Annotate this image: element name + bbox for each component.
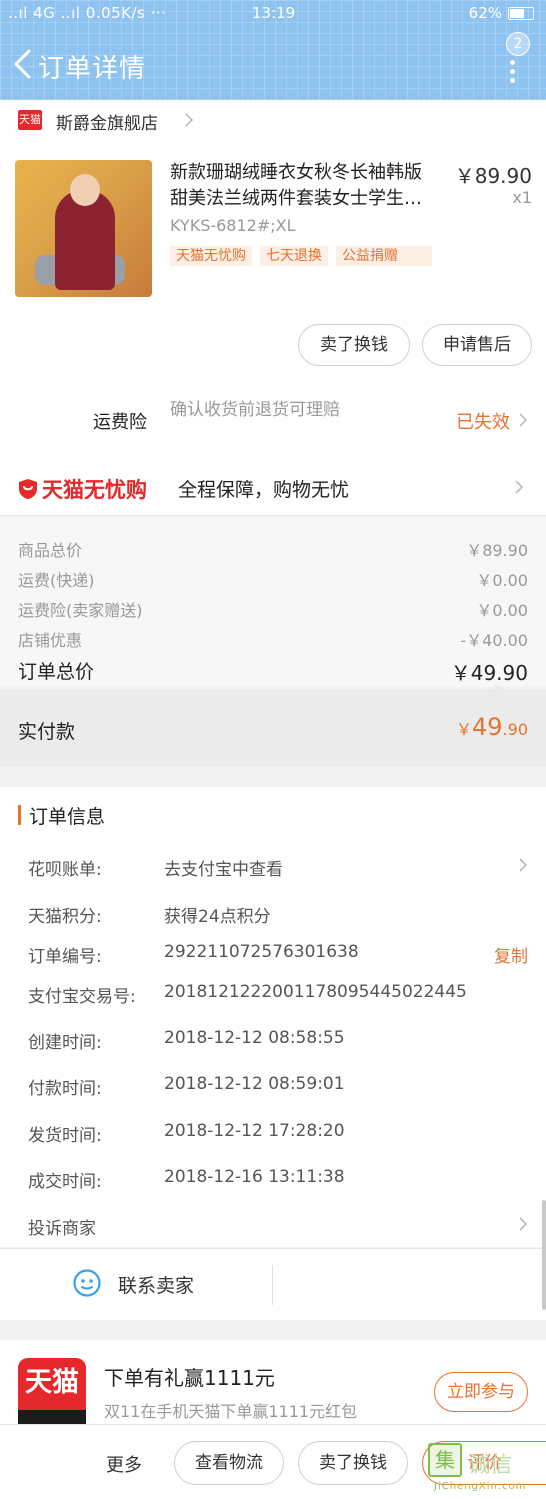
battery-icon [508,6,534,20]
product-card: 新款珊瑚绒睡衣女秋冬长袖韩版 甜美法兰绒两件套装女士学生… ￥89.90 x1 … [0,140,546,380]
product-image[interactable] [15,160,152,297]
wuyou-logo: 天猫无忧购 [18,474,147,504]
promo-subtitle: 双11在手机天猫下单赢1111元红包 [104,1402,358,1421]
battery-percent: 62% [468,4,502,22]
guarantee-row[interactable]: 天猫无忧购 全程保障，购物无忧 [0,460,546,516]
promo-banner[interactable]: 天猫 下单有礼赢1111元 双11在手机天猫下单赢1111元红包 立即参与 [0,1340,546,1424]
tag-return: 七天退换 [260,246,328,266]
copy-button[interactable]: 复制 [494,942,528,967]
shield-icon [19,479,37,499]
accent-bar [18,805,21,825]
shop-row[interactable]: 天猫 斯爵金旗舰店 [0,100,546,140]
navbar: 订单详情 2 [0,32,546,90]
section-header: 订单信息 [18,803,106,828]
paid-amount-row: 实付款 ￥49.90 [0,689,546,767]
shipping-insurance-row[interactable]: 运费险 确认收货前退货可理赔 已失效 [0,380,546,460]
product-title[interactable]: 新款珊瑚绒睡衣女秋冬长袖韩版 甜美法兰绒两件套装女士学生… [170,160,452,212]
divider [272,1265,273,1305]
join-now-button[interactable]: 立即参与 [434,1372,528,1412]
chevron-right-icon [519,1217,528,1231]
promo-title: 下单有礼赢1111元 [104,1366,275,1390]
price-summary: 商品总价 ￥89.90 运费(快递) ￥0.00 运费险(卖家赠送) ￥0.00… [0,517,546,695]
clock: 13:19 [252,4,296,22]
chevron-right-icon [519,858,528,872]
tag-charity: 公益捐赠 [336,246,432,266]
message-badge[interactable]: 2 [506,32,530,56]
tmall-logo: 天猫 [18,110,42,130]
chevron-right-icon [515,480,524,494]
summary-row: 店铺优惠 -￥40.00 [18,631,528,650]
status-bar: ..ıl 4G ..ıl 0.05K/s ··· 13:19 62% [0,0,546,26]
contact-seller-button[interactable]: 联系卖家 [118,1271,194,1298]
summary-row: 商品总价 ￥89.90 [18,541,528,560]
guarantee-text: 全程保障，购物无忧 [178,479,350,501]
order-info-section: 订单信息 花呗账单: 去支付宝中查看 天猫积分: 获得24点积分 订单编号: 2… [0,787,546,1247]
signal-info: ..ıl 4G ..ıl 0.05K/s ··· [8,4,167,22]
watermark-logo: 集 诚信 JiChengXin.com [428,1443,546,1499]
aftersale-button[interactable]: 申请售后 [422,324,532,366]
summary-row: 运费(快递) ￥0.00 [18,571,528,590]
contact-row: 联系卖家 [0,1248,546,1320]
chevron-right-icon [519,413,528,427]
sell-exchange-button[interactable]: 卖了换钱 [298,324,410,366]
back-arrow-icon[interactable] [12,48,34,80]
product-price: ￥89.90 [454,164,532,188]
tmall-app-logo: 天猫 [18,1358,86,1424]
section-title: 订单信息 [29,805,106,828]
product-sku: KYKS-6812#;XL [170,216,296,235]
scrollbar[interactable] [542,1200,546,1310]
insurance-status: 已失效 [456,412,510,433]
product-quantity: x1 [512,188,532,207]
shop-name[interactable]: 斯爵金旗舰店 [56,109,158,134]
order-total: 订单总价 ￥49.90 [18,661,528,685]
wuyou-brand: 天猫无忧购 [42,478,147,502]
more-icon[interactable] [510,60,516,83]
insurance-description: 确认收货前退货可理赔 [170,400,340,420]
chevron-right-icon [185,113,194,127]
view-logistics-button[interactable]: 查看物流 [174,1441,284,1485]
chat-face-icon[interactable] [72,1268,102,1298]
summary-row: 运费险(卖家赠送) ￥0.00 [18,601,528,620]
more-button[interactable]: 更多 [106,1451,142,1477]
page-title: 订单详情 [38,54,147,84]
header: ..ıl 4G ..ıl 0.05K/s ··· 13:19 62% 订单详情 … [0,0,546,100]
sell-exchange-button-bottom[interactable]: 卖了换钱 [298,1441,408,1485]
product-tags: 天猫无忧购 七天退换 公益捐赠 [170,246,432,266]
paid-value: ￥49.90 [455,713,528,741]
insurance-label: 运费险 [93,412,147,433]
tag-wuyou: 天猫无忧购 [170,246,252,266]
battery: 62% [469,4,534,22]
bottom-action-bar: 更多 查看物流 卖了换钱 评价 集 诚信 JiChengXin.com [0,1424,546,1500]
paid-label: 实付款 [18,721,76,743]
